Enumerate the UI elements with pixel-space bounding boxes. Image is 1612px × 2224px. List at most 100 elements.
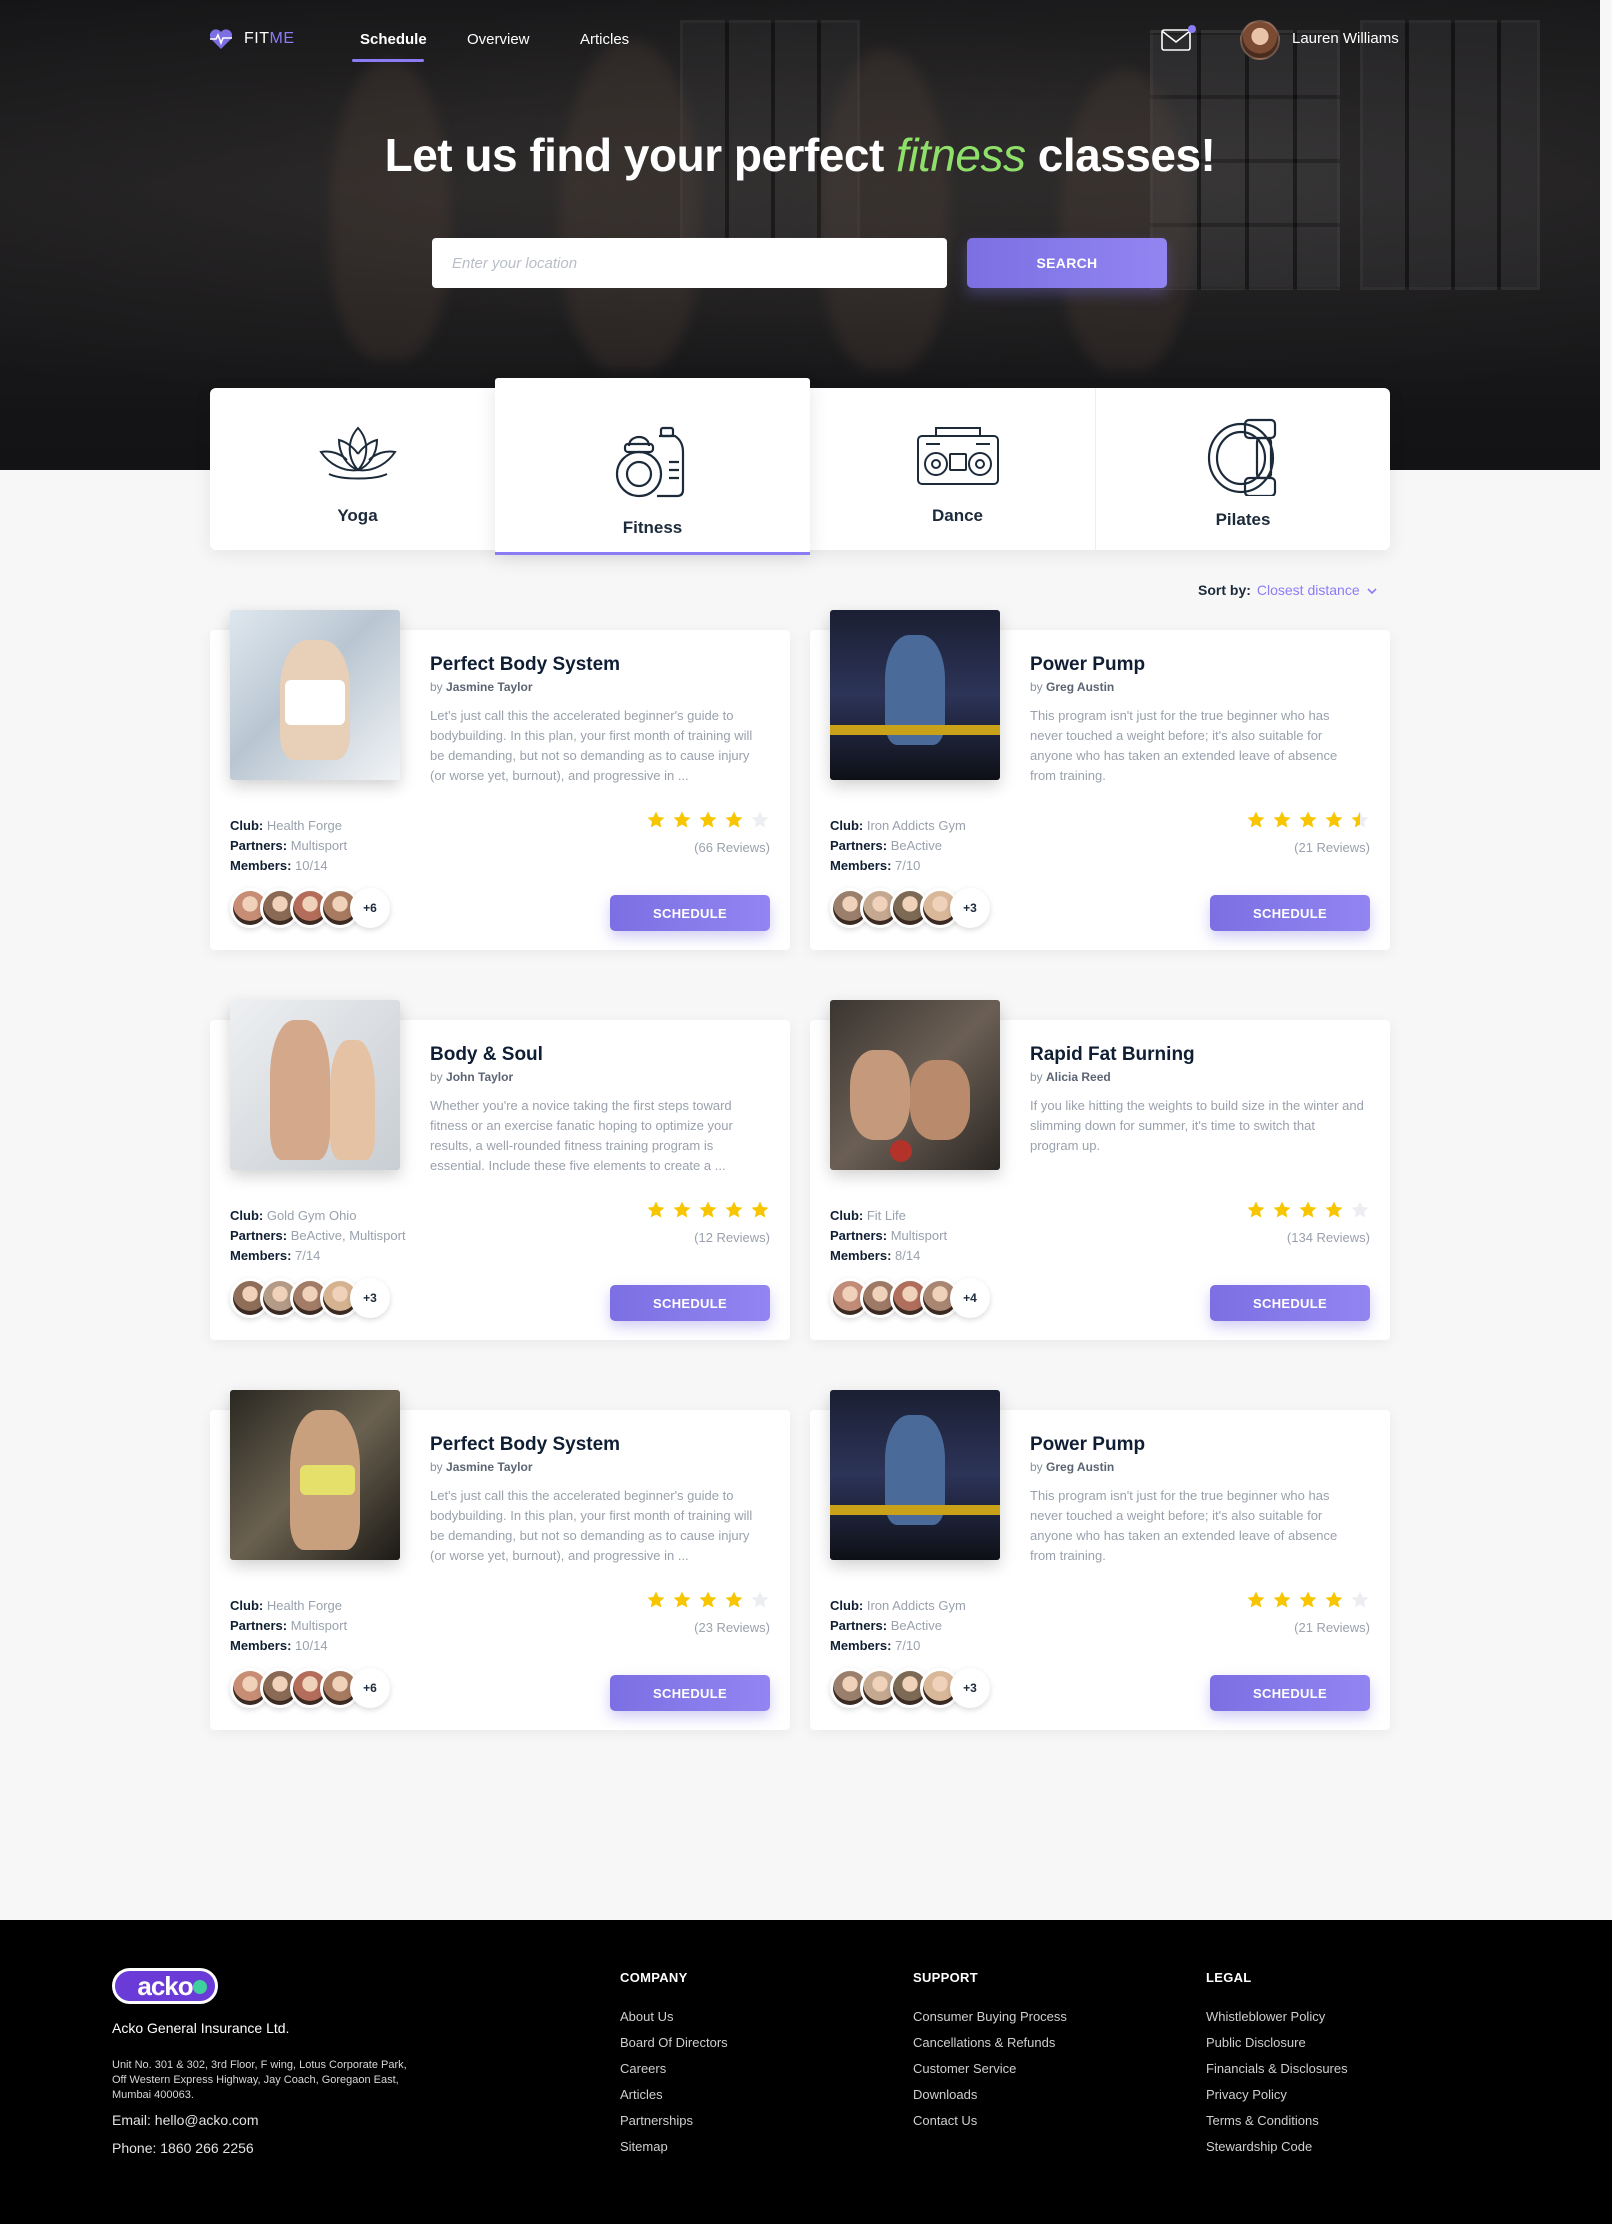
footer-link[interactable]: Downloads — [913, 2087, 1067, 2102]
more-members-badge[interactable]: +3 — [950, 1668, 990, 1708]
class-partners: Partners: BeActive — [830, 838, 943, 853]
more-members-badge[interactable]: +3 — [350, 1278, 390, 1318]
user-name[interactable]: Lauren Williams — [1292, 30, 1399, 47]
class-title[interactable]: Power Pump — [1030, 654, 1145, 676]
footer-link[interactable]: About Us — [620, 2009, 728, 2024]
class-author: by John Taylor — [430, 1070, 514, 1084]
sort-value[interactable]: Closest distance — [1257, 582, 1360, 598]
nav-active-indicator — [352, 59, 424, 62]
footer-link[interactable]: Privacy Policy — [1206, 2087, 1348, 2102]
member-avatars: +6 — [230, 888, 390, 928]
review-count[interactable]: (12 Reviews) — [694, 1230, 770, 1245]
star-icon — [673, 811, 691, 828]
class-card[interactable]: Power Pump by Greg Austin This program i… — [810, 1390, 1390, 1730]
nav-schedule[interactable]: Schedule — [360, 31, 427, 48]
footer-link[interactable]: Partnerships — [620, 2113, 728, 2128]
user-avatar[interactable] — [1240, 20, 1280, 60]
top-nav: FITME Schedule Overview Articles Lauren … — [0, 0, 1600, 80]
footer-link[interactable]: Cancellations & Refunds — [913, 2035, 1067, 2050]
chevron-down-icon[interactable] — [1366, 587, 1378, 595]
class-members: Members: 8/14 — [830, 1248, 921, 1263]
footer-email[interactable]: Email: hello@acko.com — [112, 2112, 259, 2128]
rating-stars — [1246, 1200, 1370, 1220]
class-title[interactable]: Perfect Body System — [430, 1434, 620, 1456]
class-photo — [830, 1000, 1000, 1170]
star-icon — [647, 811, 665, 828]
star-icon — [1325, 1201, 1343, 1218]
star-icon — [699, 811, 717, 828]
more-members-badge[interactable]: +4 — [950, 1278, 990, 1318]
class-card[interactable]: Rapid Fat Burning by Alicia Reed If you … — [810, 1000, 1390, 1340]
category-active-indicator — [495, 552, 810, 555]
class-club: Club: Iron Addicts Gym — [830, 818, 966, 833]
class-title[interactable]: Perfect Body System — [430, 654, 620, 676]
footer-phone[interactable]: Phone: 1860 266 2256 — [112, 2140, 254, 2156]
schedule-button[interactable]: SCHEDULE — [610, 1285, 770, 1321]
sort-control[interactable]: Sort by: Closest distance — [1198, 582, 1378, 598]
class-author: by Jasmine Taylor — [430, 1460, 533, 1474]
class-card[interactable]: Perfect Body System by Jasmine Taylor Le… — [210, 610, 790, 950]
star-icon — [1299, 811, 1317, 828]
schedule-button[interactable]: SCHEDULE — [610, 1675, 770, 1711]
review-count[interactable]: (134 Reviews) — [1287, 1230, 1370, 1245]
rating-stars — [646, 810, 770, 830]
class-club: Club: Fit Life — [830, 1208, 906, 1223]
footer-link[interactable]: Public Disclosure — [1206, 2035, 1348, 2050]
footer-link[interactable]: Articles — [620, 2087, 728, 2102]
search-button[interactable]: SEARCH — [967, 238, 1167, 288]
location-search-input[interactable] — [432, 238, 947, 288]
review-count[interactable]: (21 Reviews) — [1294, 840, 1370, 855]
category-dance[interactable]: Dance — [810, 388, 1105, 550]
schedule-button[interactable]: SCHEDULE — [1210, 1285, 1370, 1321]
member-avatars: +3 — [230, 1278, 390, 1318]
class-card[interactable]: Body & Soul by John Taylor Whether you'r… — [210, 1000, 790, 1340]
class-title[interactable]: Power Pump — [1030, 1434, 1145, 1456]
schedule-button[interactable]: SCHEDULE — [610, 895, 770, 931]
footer-link[interactable]: Sitemap — [620, 2139, 728, 2154]
nav-overview[interactable]: Overview — [467, 31, 530, 48]
class-club: Club: Health Forge — [230, 818, 342, 833]
star-icon — [1325, 811, 1343, 828]
class-club: Club: Iron Addicts Gym — [830, 1598, 966, 1613]
category-pilates[interactable]: Pilates — [1095, 388, 1390, 550]
nav-articles[interactable]: Articles — [580, 31, 629, 48]
brand-logo[interactable]: FITME — [208, 28, 295, 50]
more-members-badge[interactable]: +3 — [950, 888, 990, 928]
review-count[interactable]: (21 Reviews) — [1294, 1620, 1370, 1635]
more-members-badge[interactable]: +6 — [350, 1668, 390, 1708]
schedule-button[interactable]: SCHEDULE — [1210, 1675, 1370, 1711]
schedule-button[interactable]: SCHEDULE — [1210, 895, 1370, 931]
footer-link[interactable]: Contact Us — [913, 2113, 1067, 2128]
star-icon — [1351, 1591, 1369, 1608]
notification-dot — [1188, 25, 1196, 33]
category-fitness[interactable]: Fitness — [495, 378, 810, 555]
star-icon — [725, 1591, 743, 1608]
footer-link[interactable]: Customer Service — [913, 2061, 1067, 2076]
rating-stars — [646, 1590, 770, 1610]
category-label: Fitness — [622, 518, 683, 537]
member-avatars: +6 — [230, 1668, 390, 1708]
footer-link[interactable]: Careers — [620, 2061, 728, 2076]
footer-link[interactable]: Consumer Buying Process — [913, 2009, 1067, 2024]
class-title[interactable]: Body & Soul — [430, 1044, 543, 1066]
class-title[interactable]: Rapid Fat Burning — [1030, 1044, 1195, 1066]
category-yoga[interactable]: Yoga — [210, 388, 505, 550]
class-description: If you like hitting the weights to build… — [1030, 1098, 1364, 1153]
acko-logo[interactable]: acko — [112, 1968, 218, 2004]
footer-link[interactable]: Stewardship Code — [1206, 2139, 1348, 2154]
mail-icon[interactable] — [1161, 29, 1191, 51]
class-photo — [230, 610, 400, 780]
class-card[interactable]: Perfect Body System by Jasmine Taylor Le… — [210, 1390, 790, 1730]
more-members-badge[interactable]: +6 — [350, 888, 390, 928]
heart-pulse-icon — [209, 29, 233, 49]
class-card[interactable]: Power Pump by Greg Austin This program i… — [810, 610, 1390, 950]
footer-link[interactable]: Financials & Disclosures — [1206, 2061, 1348, 2076]
review-count[interactable]: (66 Reviews) — [694, 840, 770, 855]
class-author: by Greg Austin — [1030, 1460, 1115, 1474]
review-count[interactable]: (23 Reviews) — [694, 1620, 770, 1635]
acko-logo-dot — [193, 1980, 207, 1994]
footer-link[interactable]: Board Of Directors — [620, 2035, 728, 2050]
footer-link[interactable]: Terms & Conditions — [1206, 2113, 1348, 2128]
footer-link[interactable]: Whistleblower Policy — [1206, 2009, 1348, 2024]
class-photo — [830, 610, 1000, 780]
